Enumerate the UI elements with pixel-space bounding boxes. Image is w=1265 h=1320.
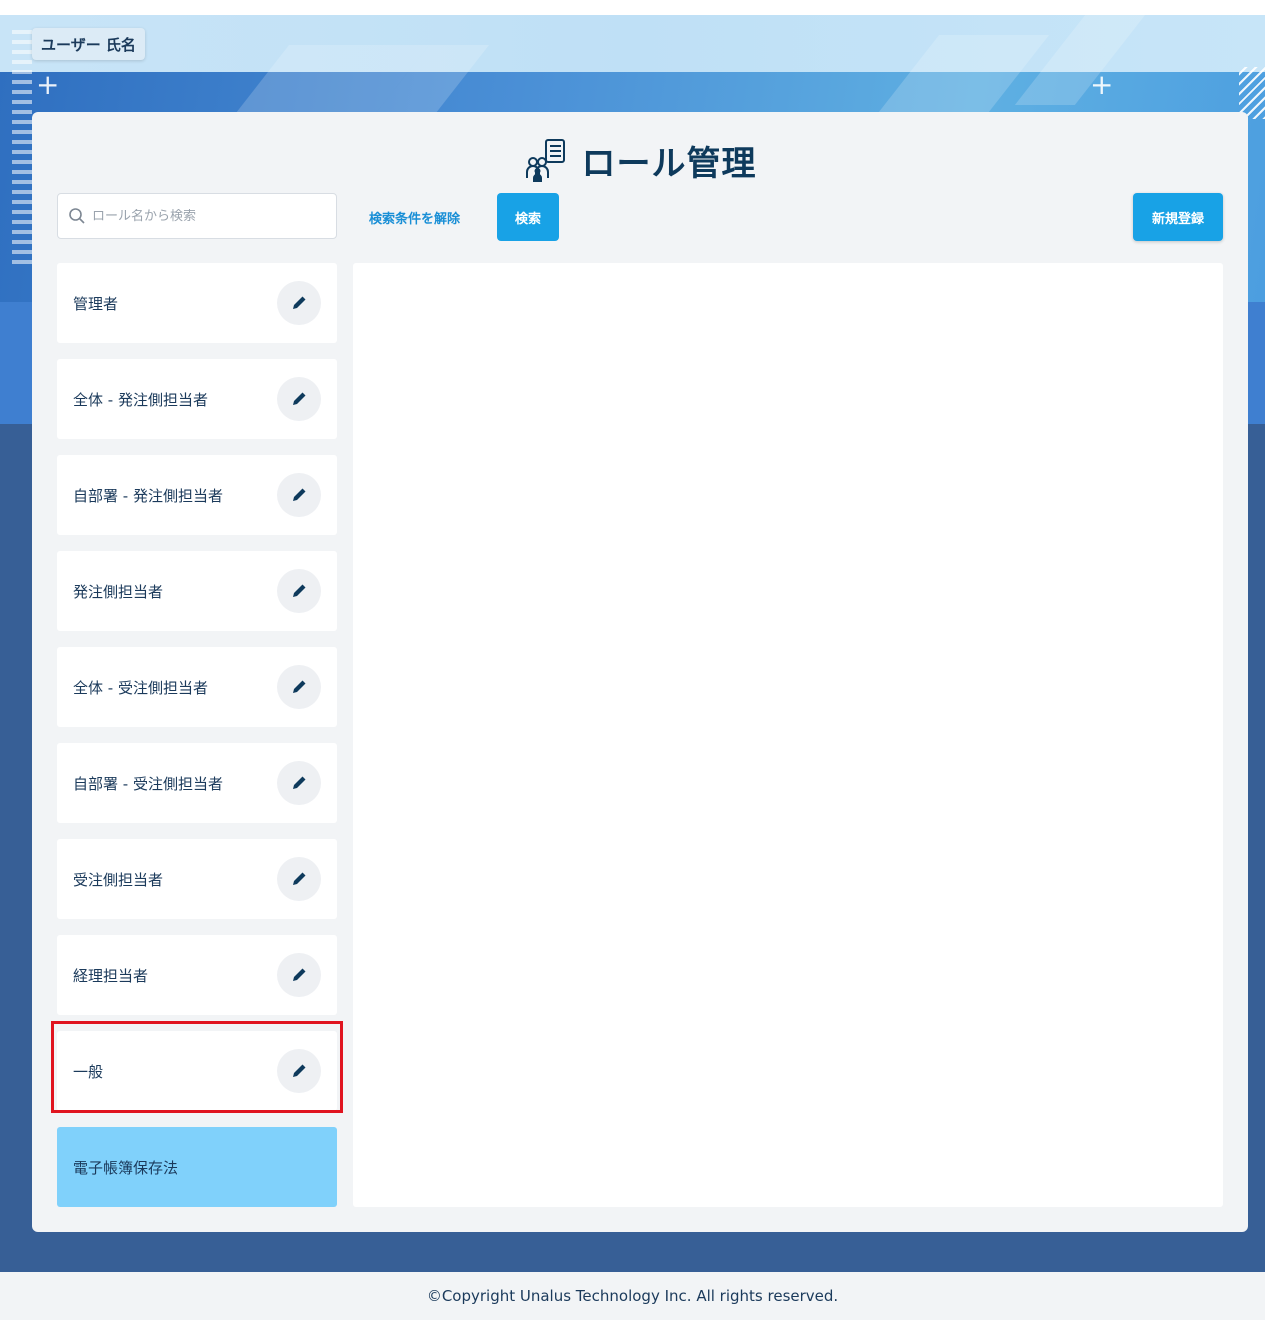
role-list-item[interactable]: 電子帳簿保存法	[57, 1127, 337, 1207]
edit-role-button[interactable]	[277, 281, 321, 325]
role-label: 発注側担当者	[73, 582, 164, 601]
pencil-icon	[293, 680, 306, 693]
background-cross: +	[36, 68, 60, 101]
edit-role-button[interactable]	[277, 569, 321, 613]
clear-search-link[interactable]: 検索条件を解除	[369, 208, 460, 227]
role-list-item[interactable]: 自部署 - 受注側担当者	[57, 743, 337, 823]
pencil-icon	[293, 1064, 306, 1077]
edit-role-button[interactable]	[277, 1049, 321, 1093]
role-list-item[interactable]: 全体 - 受注側担当者	[57, 647, 337, 727]
search-icon	[69, 208, 85, 224]
role-list-item[interactable]: 発注側担当者	[57, 551, 337, 631]
pencil-icon	[293, 872, 306, 885]
role-label: 全体 - 発注側担当者	[73, 390, 208, 409]
role-management-icon	[525, 138, 565, 182]
footer: ©Copyright Unalus Technology Inc. All ri…	[0, 1272, 1265, 1320]
user-name-badge[interactable]: ユーザー 氏名	[32, 28, 145, 60]
page-header: ロール管理	[32, 136, 1248, 185]
role-detail-pane	[353, 263, 1223, 1207]
role-label: 受注側担当者	[73, 870, 164, 889]
role-list-item[interactable]: 全体 - 発注側担当者	[57, 359, 337, 439]
copyright-text: ©Copyright Unalus Technology Inc. All ri…	[426, 1287, 839, 1305]
edit-role-button[interactable]	[277, 377, 321, 421]
role-label: 自部署 - 受注側担当者	[73, 774, 223, 793]
pencil-icon	[293, 776, 306, 789]
edit-role-button[interactable]	[277, 761, 321, 805]
role-label: 全体 - 受注側担当者	[73, 678, 208, 697]
pencil-icon	[293, 488, 306, 501]
role-list-item[interactable]: 経理担当者	[57, 935, 337, 1015]
edit-role-button[interactable]	[277, 953, 321, 997]
search-field[interactable]	[57, 193, 337, 239]
role-label: 管理者	[73, 294, 119, 313]
new-role-button[interactable]: 新規登録	[1133, 193, 1223, 241]
role-label: 電子帳簿保存法	[73, 1158, 179, 1177]
edit-role-button[interactable]	[277, 473, 321, 517]
role-list: 管理者全体 - 発注側担当者 自部署 - 発注側担当者 発注側担当者全体 - 受注側…	[51, 263, 343, 1223]
pencil-icon	[293, 296, 306, 309]
search-button[interactable]: 検索	[497, 193, 559, 241]
background-bars	[12, 30, 32, 270]
background-cross: +	[1090, 68, 1114, 101]
role-list-item[interactable]: 受注側担当者	[57, 839, 337, 919]
search-input[interactable]	[92, 208, 322, 224]
pencil-icon	[293, 968, 306, 981]
role-list-item[interactable]: 一般	[51, 1021, 343, 1113]
role-list-item[interactable]: 管理者	[57, 263, 337, 343]
pencil-icon	[293, 584, 306, 597]
edit-role-button[interactable]	[277, 857, 321, 901]
role-label: 経理担当者	[73, 966, 149, 985]
main-panel: ロール管理 検索条件を解除 検索 新規登録 管理者全体 - 発注側担当者自部署 …	[32, 112, 1248, 1232]
edit-role-button[interactable]	[277, 665, 321, 709]
pencil-icon	[293, 392, 306, 405]
role-list-item[interactable]: 自部署 - 発注側担当者	[57, 455, 337, 535]
role-label: 自部署 - 発注側担当者	[73, 486, 223, 505]
role-label: 一般	[73, 1062, 104, 1081]
page-title: ロール管理	[581, 144, 757, 184]
